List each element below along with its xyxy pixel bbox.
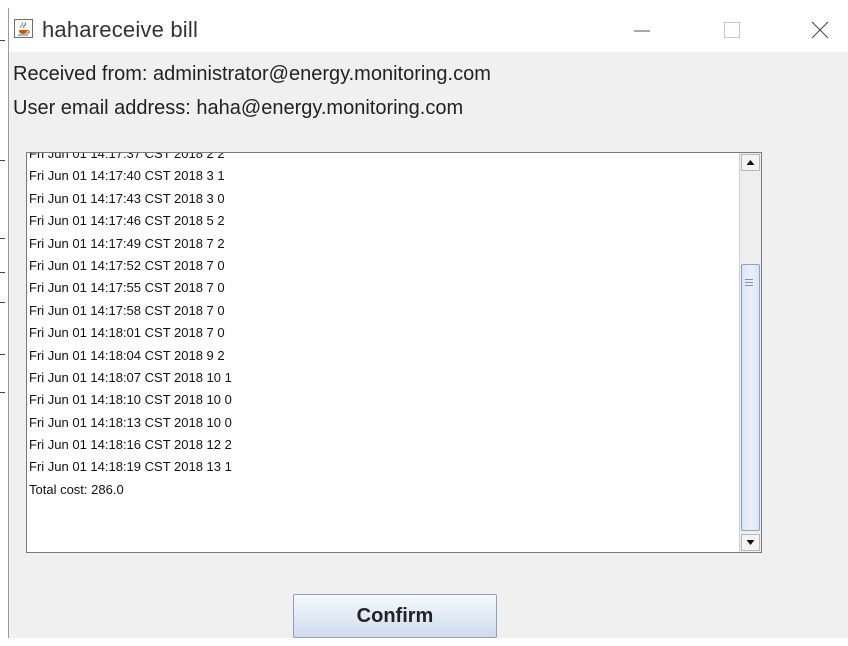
maximize-icon bbox=[724, 22, 740, 38]
log-line: Fri Jun 01 14:18:10 CST 2018 10 0 bbox=[29, 392, 232, 408]
close-icon bbox=[811, 21, 829, 39]
user-email-label: User email address: haha@energy.monitori… bbox=[13, 97, 464, 119]
desktop-artifact bbox=[0, 272, 5, 273]
scroll-down-button[interactable] bbox=[741, 534, 760, 551]
maximize-button[interactable] bbox=[709, 8, 755, 52]
log-lines: Fri Jun 01 14:17:37 CST 2018 2 2 Fri Jun … bbox=[29, 153, 232, 501]
log-line: Fri Jun 01 14:18:16 CST 2018 12 2 bbox=[29, 437, 232, 453]
thumb-grip-icon bbox=[745, 279, 753, 288]
log-line: Fri Jun 01 14:18:04 CST 2018 9 2 bbox=[29, 347, 225, 363]
log-viewport: Fri Jun 01 14:17:37 CST 2018 2 2 Fri Jun … bbox=[27, 153, 737, 552]
log-line: Fri Jun 01 14:18:13 CST 2018 10 0 bbox=[29, 414, 232, 430]
close-button[interactable] bbox=[797, 8, 843, 52]
log-line: Fri Jun 01 14:17:46 CST 2018 5 2 bbox=[29, 213, 225, 229]
log-line: Fri Jun 01 14:18:19 CST 2018 13 1 bbox=[29, 459, 232, 475]
java-cup-icon[interactable] bbox=[14, 19, 33, 38]
total-cost-line: Total cost: 286.0 bbox=[29, 481, 124, 497]
window-title: hahareceive bill bbox=[42, 17, 199, 42]
desktop-artifact bbox=[0, 160, 5, 161]
desktop-artifact bbox=[0, 40, 5, 41]
scroll-thumb[interactable] bbox=[741, 264, 760, 531]
desktop-artifact bbox=[0, 302, 5, 303]
log-line: Fri Jun 01 14:17:43 CST 2018 3 0 bbox=[29, 190, 225, 206]
log-line: Fri Jun 01 14:18:01 CST 2018 7 0 bbox=[29, 325, 225, 341]
log-line: Fri Jun 01 14:17:37 CST 2018 2 2 bbox=[29, 153, 225, 161]
confirm-button[interactable]: Confirm bbox=[293, 594, 497, 638]
log-line: Fri Jun 01 14:17:58 CST 2018 7 0 bbox=[29, 302, 225, 318]
received-from-label: Received from: administrator@energy.moni… bbox=[13, 63, 491, 85]
bill-log-textarea[interactable]: Fri Jun 01 14:17:37 CST 2018 2 2 Fri Jun … bbox=[26, 152, 762, 553]
log-line: Fri Jun 01 14:17:49 CST 2018 7 2 bbox=[29, 235, 225, 251]
desktop-artifact bbox=[0, 392, 5, 393]
log-line: Fri Jun 01 14:17:40 CST 2018 3 1 bbox=[29, 168, 225, 184]
log-line: Fri Jun 01 14:17:55 CST 2018 7 0 bbox=[29, 280, 225, 296]
arrow-down-icon bbox=[746, 540, 755, 545]
title-bar[interactable]: hahareceive bill bbox=[9, 8, 848, 52]
bill-window: hahareceive bill Received from: administ… bbox=[8, 8, 848, 638]
minimize-icon bbox=[634, 30, 650, 32]
arrow-up-icon bbox=[746, 160, 755, 165]
scroll-up-button[interactable] bbox=[741, 154, 760, 171]
desktop-artifact bbox=[0, 238, 5, 239]
vertical-scrollbar[interactable] bbox=[739, 153, 761, 552]
minimize-button[interactable] bbox=[619, 8, 665, 52]
log-line: Fri Jun 01 14:17:52 CST 2018 7 0 bbox=[29, 257, 225, 273]
desktop-artifact bbox=[0, 354, 5, 355]
log-line: Fri Jun 01 14:18:07 CST 2018 10 1 bbox=[29, 369, 232, 385]
